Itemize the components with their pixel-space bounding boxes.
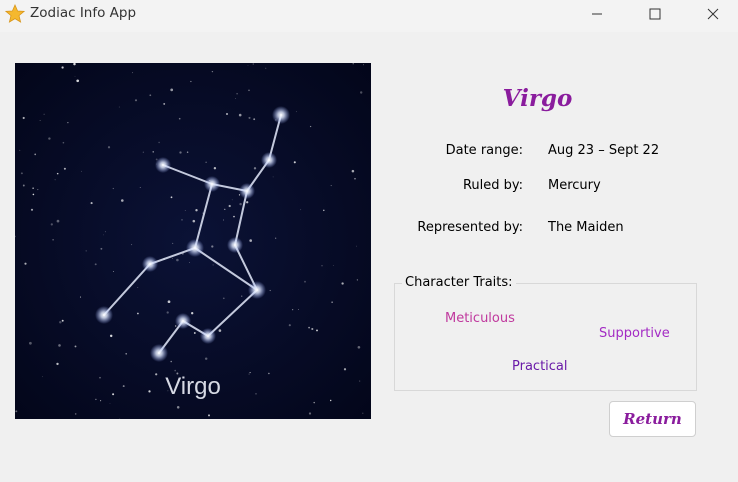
close-icon [707,8,719,20]
trait-supportive: Supportive [599,326,670,341]
title-bar: Zodiac Info App [0,0,738,32]
maximize-button[interactable] [632,0,678,28]
constellation-image: Virgo [15,63,371,419]
ruled-by-label: Ruled by: [462,178,523,193]
date-range-label: Date range: [445,143,523,158]
image-caption: Virgo [165,373,221,400]
ruled-by-value: Mercury [548,178,601,193]
date-range-value: Aug 23 – Sept 22 [548,143,660,158]
minimize-icon [592,13,602,15]
maximize-icon [649,8,661,20]
represented-by-label: Represented by: [417,220,523,235]
star-icon [5,4,25,23]
window-title: Zodiac Info App [30,5,137,21]
trait-meticulous: Meticulous [445,311,515,326]
trait-practical: Practical [512,359,568,374]
close-button[interactable] [690,0,736,28]
traits-legend: Character Traits: [402,275,516,290]
represented-by-value: The Maiden [548,220,624,235]
minimize-button[interactable] [574,0,620,28]
sign-title: Virgo [502,85,573,112]
return-button[interactable]: Return [609,401,696,437]
